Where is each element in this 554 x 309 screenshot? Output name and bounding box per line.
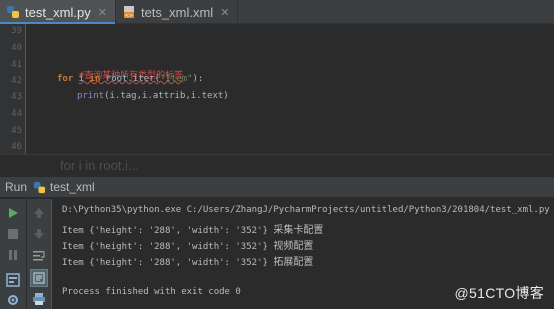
breadcrumb[interactable]: for i in root.i... (0, 155, 554, 175)
console-output-line: Item {'height': '288', 'width': '352'} 采… (62, 221, 323, 236)
console-output-line: Item {'height': '288', 'width': '352'} 拓… (62, 253, 313, 268)
python-file-icon (7, 6, 19, 18)
console-exit-line: Process finished with exit code 0 (62, 287, 241, 297)
string-literal: "Item" (159, 74, 193, 84)
print-button[interactable] (30, 290, 48, 308)
play-icon (9, 208, 18, 218)
output-text: 采集卡配置 (273, 225, 324, 236)
run-label: Run (5, 180, 28, 194)
print-args: (i.tag,i.attrib,i.text) (104, 91, 229, 101)
pause-icon (9, 250, 17, 260)
rerun-button[interactable] (4, 204, 22, 222)
run-tool-window-header: Run test_xml (0, 176, 554, 198)
arrow-down-icon (34, 229, 44, 239)
code-line-print: print(i.tag,i.attrib,i.text) (77, 91, 229, 101)
run-toolbar-secondary (27, 199, 52, 309)
scroll-end-icon (33, 272, 45, 284)
scroll-to-end-button[interactable] (30, 269, 48, 287)
for-end: ): (192, 74, 204, 84)
console-command-line: D:\Python35\python.exe C:/Users/ZhangJ/P… (62, 205, 550, 215)
close-icon[interactable]: ✕ (98, 6, 107, 19)
tab-test-xml-py[interactable]: test_xml.py ✕ (0, 0, 116, 25)
line-number: 46 (11, 142, 22, 152)
output-text: 拓展配置 (273, 257, 314, 268)
keyword-for: for (57, 74, 74, 84)
iter-call: root.iter( (100, 74, 160, 84)
close-icon[interactable]: ✕ (220, 6, 229, 19)
tab-label: tets_xml.xml (140, 4, 214, 20)
settings-button[interactable] (4, 291, 22, 309)
printer-icon (33, 293, 45, 305)
loop-variable: i (73, 74, 90, 84)
wrap-icon (33, 251, 45, 261)
console-output-line: Item {'height': '288', 'width': '352'} 视… (62, 237, 313, 252)
stop-button[interactable] (4, 225, 22, 243)
line-number: 43 (11, 92, 22, 102)
tab-label: test_xml.py (25, 4, 91, 20)
run-toolbar-primary (0, 199, 27, 309)
scroll-down-button[interactable] (30, 225, 48, 243)
dump-threads-button[interactable] (4, 271, 22, 289)
svg-text:<>: <> (125, 13, 133, 19)
python-file-icon (33, 181, 46, 193)
output-prefix: Item {'height': '288', 'width': '352'} (62, 242, 274, 252)
layout-icon (6, 273, 20, 287)
run-config-tab[interactable]: test_xml (50, 180, 95, 194)
stop-icon (8, 229, 18, 239)
tab-tets-xml-xml[interactable]: <> tets_xml.xml ✕ (116, 0, 239, 24)
output-text: 视频配置 (273, 241, 314, 252)
output-prefix: Item {'height': '288', 'width': '352'} (62, 258, 274, 268)
line-number: 41 (11, 60, 22, 70)
gear-icon (8, 295, 18, 305)
breadcrumb-ghost-text: for i in root.i... (60, 158, 139, 173)
line-number: 39 (11, 26, 22, 36)
watermark: @51CTO博客 (454, 285, 544, 301)
line-number: 44 (11, 109, 22, 119)
scroll-up-button[interactable] (30, 204, 48, 222)
xml-file-icon: <> (123, 6, 134, 19)
arrow-up-icon (34, 208, 44, 218)
code-editor[interactable]: 39 40 41 42 43 44 45 46 #查询某种所有类型的标签 for… (0, 24, 554, 155)
print-builtin: print (77, 91, 105, 101)
line-number: 42 (11, 76, 22, 86)
pause-button[interactable] (4, 246, 22, 264)
code-line-for: for i in root.iter("Item"): (57, 74, 203, 84)
keyword-in: in (89, 74, 101, 84)
line-number: 40 (11, 43, 22, 53)
soft-wrap-button[interactable] (30, 246, 48, 264)
editor-tab-bar: test_xml.py ✕ <> tets_xml.xml ✕ (0, 0, 554, 25)
line-number-gutter: 39 40 41 42 43 44 45 46 (0, 24, 26, 155)
line-number: 45 (11, 126, 22, 136)
output-prefix: Item {'height': '288', 'width': '352'} (62, 226, 274, 236)
